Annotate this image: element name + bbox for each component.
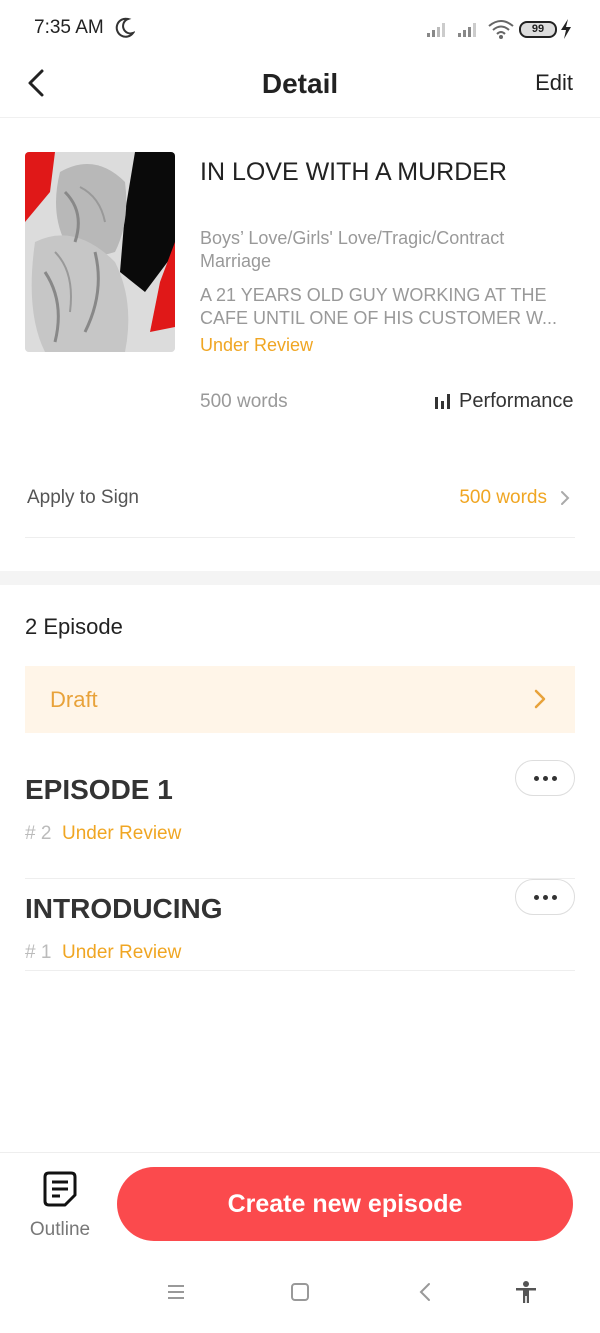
accessibility-icon[interactable] — [514, 1280, 538, 1304]
book-status-badge: Under Review — [200, 335, 314, 355]
wifi-icon — [488, 20, 514, 39]
book-word-count: 500 words — [200, 391, 288, 412]
create-new-episode-button[interactable]: Create new episode — [117, 1167, 573, 1241]
apply-label: Apply to Sign — [27, 487, 139, 508]
performance-button[interactable]: Performance — [434, 390, 574, 413]
charging-icon — [561, 19, 571, 39]
status-time: 7:35 AM — [34, 17, 104, 38]
nav-back-icon[interactable] — [415, 1281, 437, 1303]
apply-to-sign-row[interactable]: Apply to Sign 500 words — [25, 462, 575, 538]
book-description: A 21 YEARS OLD GUY WORKING AT THE CAFE U… — [200, 285, 558, 328]
bottom-action-bar: Outline Create new episode — [0, 1152, 600, 1253]
book-genres: Boys’ Love/Girls' Love/Tragic/Contract M… — [200, 228, 505, 271]
apply-value: 500 words — [459, 487, 547, 508]
signal-icon — [427, 23, 445, 37]
status-bar: 7:35 AM 99 — [0, 0, 600, 58]
more-icon[interactable] — [515, 760, 575, 796]
episode-number: # 1 — [25, 942, 52, 963]
edit-button[interactable]: Edit — [535, 70, 573, 96]
signal-icon — [458, 23, 476, 37]
episode-title: INTRODUCING — [25, 893, 223, 924]
performance-label: Performance — [459, 390, 574, 412]
system-nav-bar — [0, 1253, 600, 1333]
episode-count: 2 Episode — [25, 614, 123, 639]
episode-title: EPISODE 1 — [25, 774, 173, 805]
page-title: Detail — [261, 68, 339, 99]
section-divider — [0, 571, 600, 585]
outline-icon — [43, 1171, 77, 1207]
episode-item[interactable]: EPISODE 1 # 2 Under Review — [25, 760, 575, 879]
draft-label: Draft — [50, 687, 98, 712]
book-cover[interactable] — [25, 152, 175, 352]
episode-status: Under Review — [62, 823, 182, 844]
chevron-right-icon — [561, 491, 570, 505]
header: Detail Edit — [0, 58, 600, 118]
chevron-right-icon — [534, 689, 546, 709]
outline-button[interactable]: Outline — [25, 1171, 95, 1241]
episode-item[interactable]: INTRODUCING # 1 Under Review — [25, 879, 575, 971]
home-icon[interactable] — [289, 1281, 311, 1303]
draft-row[interactable]: Draft — [25, 666, 575, 733]
menu-icon[interactable] — [165, 1281, 187, 1303]
more-icon[interactable] — [515, 879, 575, 915]
outline-label: Outline — [29, 1219, 91, 1240]
cover-illustration — [25, 152, 175, 352]
episode-number: # 2 — [25, 823, 52, 844]
battery-icon: 99 — [519, 21, 557, 38]
episode-status: Under Review — [62, 942, 182, 963]
book-title: IN LOVE WITH A MURDER — [200, 158, 507, 186]
moon-icon — [115, 17, 135, 38]
bar-chart-icon — [435, 393, 450, 409]
